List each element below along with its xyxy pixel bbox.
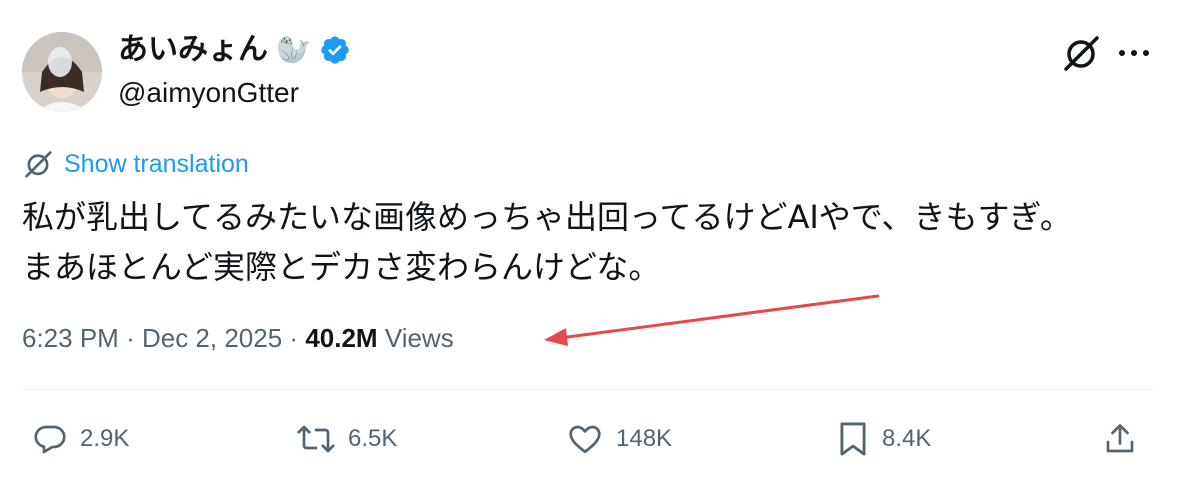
repost-button[interactable]: 6.5K xyxy=(296,414,397,464)
reply-icon xyxy=(34,425,66,454)
author-display-name-row[interactable]: あいみょん 🦭 xyxy=(118,30,351,70)
grok-button[interactable] xyxy=(1060,32,1102,74)
tweet-text: 私が乳出してるみたいな画像めっちゃ出回ってるけどAIやで、きもすぎ。 まあほとん… xyxy=(22,192,1162,292)
views-count: 40.2M xyxy=(305,323,378,353)
annotation-arrow xyxy=(544,294,880,346)
avatar-photo xyxy=(22,32,102,112)
more-options-icon xyxy=(1119,50,1149,56)
like-count: 148K xyxy=(616,425,673,452)
show-translation-label[interactable]: Show translation xyxy=(64,148,249,180)
tweet-time[interactable]: 6:23 PM xyxy=(22,323,119,353)
reply-button[interactable]: 2.9K xyxy=(32,414,129,464)
action-bar: 2.9K 6.5K 148K 8.4K xyxy=(0,414,1180,464)
heart-icon xyxy=(569,425,601,454)
author-display-name[interactable]: あいみょん xyxy=(118,30,268,70)
bookmark-count: 8.4K xyxy=(882,425,932,452)
views-label: Views xyxy=(384,323,454,353)
repost-count: 6.5K xyxy=(348,425,398,452)
bookmark-icon xyxy=(840,422,866,456)
tweet-card: あいみょん 🦭 @aimyonGtter Show translation 私が… xyxy=(0,0,1180,482)
repost-icon xyxy=(297,425,335,453)
show-translation-link[interactable]: Show translation xyxy=(22,148,249,180)
bookmark-button[interactable]: 8.4K xyxy=(836,414,931,464)
meta-separator: · xyxy=(289,323,299,353)
divider xyxy=(22,389,1154,390)
grok-icon xyxy=(1064,36,1099,71)
tweet-text-line: まあほとんど実際とデカさ変わらんけどな。 xyxy=(22,248,661,286)
reply-count: 2.9K xyxy=(80,425,130,452)
seal-emoji: 🦭 xyxy=(276,33,311,66)
share-button[interactable] xyxy=(1102,414,1138,464)
meta-separator: · xyxy=(126,323,135,353)
more-options-button[interactable] xyxy=(1116,36,1152,70)
tweet-meta: 6:23 PM · Dec 2, 2025 · 40.2M Views xyxy=(22,320,454,356)
share-icon xyxy=(1106,424,1134,453)
grok-icon xyxy=(25,151,52,178)
author-handle[interactable]: @aimyonGtter xyxy=(118,74,299,112)
verified-badge-icon[interactable] xyxy=(319,34,351,66)
avatar[interactable] xyxy=(22,32,102,112)
tweet-date[interactable]: Dec 2, 2025 xyxy=(142,323,282,353)
like-button[interactable]: 148K xyxy=(566,414,672,464)
tweet-text-line: 私が乳出してるみたいな画像めっちゃ出回ってるけどAIやで、きもすぎ。 xyxy=(22,198,1072,236)
